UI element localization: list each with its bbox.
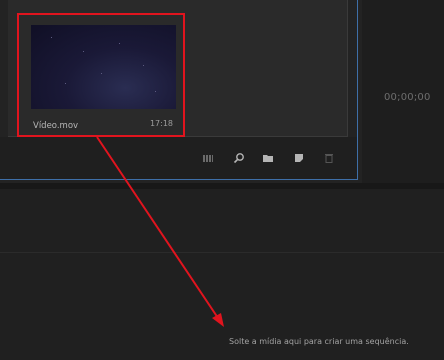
clip-thumbnail[interactable] [31, 25, 176, 109]
project-panel: Vídeo.mov 17:18 [0, 0, 358, 180]
thumbnail-star [119, 43, 120, 44]
timeline-drop-hint: Solte a mídia aqui para criar uma sequên… [229, 337, 409, 346]
program-timecode[interactable]: 00;00;00 [384, 92, 431, 103]
thumbnail-star [83, 51, 84, 52]
metadata-bars-icon[interactable] [202, 152, 214, 164]
clip-duration: 17:18 [149, 119, 173, 128]
thumbnail-star [101, 73, 102, 74]
search-icon[interactable] [233, 152, 245, 164]
folder-icon[interactable] [262, 152, 274, 164]
program-monitor: 00;00;00 [362, 0, 444, 183]
clip-name: Vídeo.mov [33, 121, 79, 131]
clip-tile-highlight[interactable]: Vídeo.mov 17:18 [17, 13, 185, 137]
timeline-band-divider [0, 252, 444, 253]
new-item-icon[interactable] [293, 152, 305, 164]
thumbnail-star [143, 65, 144, 66]
timeline-panel[interactable] [0, 189, 444, 360]
thumbnail-star [65, 83, 66, 84]
bin-toolbar [0, 137, 357, 179]
thumbnail-star [51, 37, 52, 38]
trash-icon[interactable] [323, 152, 335, 164]
thumbnail-star [155, 91, 156, 92]
